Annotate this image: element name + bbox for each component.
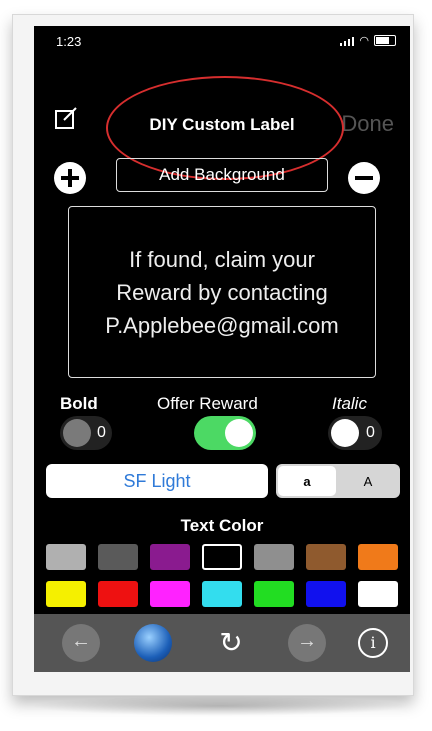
color-palette [40,544,404,612]
forward-arrow-icon[interactable] [288,624,326,662]
back-arrow-icon[interactable] [62,624,100,662]
color-swatch[interactable] [306,544,346,570]
color-swatch[interactable] [358,544,398,570]
toggle-knob [225,419,253,447]
color-swatch[interactable] [150,581,190,607]
color-swatch[interactable] [46,544,86,570]
plus-circle-icon[interactable] [54,162,86,194]
info-icon[interactable]: i [358,628,388,658]
label-line: P.Applebee@gmail.com [105,312,339,338]
battery-icon [374,35,396,46]
bold-knob[interactable] [63,419,91,447]
color-swatch[interactable] [46,581,86,607]
bold-count: 0 [97,424,106,441]
color-swatch[interactable] [98,581,138,607]
color-swatch[interactable] [358,581,398,607]
segment-large-a[interactable]: A [338,466,398,496]
label-line: Reward by contacting [116,279,328,305]
color-swatch[interactable] [254,544,294,570]
add-background-button[interactable]: Add Background [116,158,328,192]
color-swatch[interactable] [202,581,242,607]
wifi-icon: ◠ [359,35,369,47]
phone-screen: 1:23 ◠ DIY Custom Label Done Add Backgro… [34,26,410,672]
color-swatch[interactable] [202,544,242,570]
signal-icon [340,36,355,46]
color-swatch[interactable] [306,581,346,607]
offer-reward-toggle[interactable] [194,416,256,450]
minus-circle-icon[interactable] [348,162,380,194]
italic-stepper[interactable]: 0 [328,416,382,450]
text-color-title: Text Color [180,516,264,535]
bottom-toolbar: ↻ i [34,614,410,672]
label-line: If found, claim your [129,246,315,272]
done-button[interactable]: Done [341,111,394,137]
status-icons: ◠ [340,34,396,47]
color-swatch[interactable] [98,544,138,570]
frame-shadow [30,696,410,716]
italic-label: Italic [332,394,367,413]
label-preview[interactable]: If found, claim your Reward by contactin… [68,206,376,378]
color-swatch[interactable] [254,581,294,607]
font-size-segment: a A [276,464,400,498]
status-bar: 1:23 ◠ [34,26,410,54]
reload-icon[interactable]: ↻ [212,624,250,662]
offer-reward-label: Offer Reward [157,394,258,413]
bold-label: Bold [60,394,98,413]
color-swatch[interactable] [150,544,190,570]
status-time: 1:23 [56,34,82,49]
italic-count: 0 [366,424,375,441]
italic-knob[interactable] [331,419,359,447]
bold-stepper[interactable]: 0 [60,416,112,450]
globe-icon[interactable] [134,624,172,662]
font-select-button[interactable]: SF Light [46,464,268,498]
segment-small-a[interactable]: a [278,466,336,496]
nav-bar: DIY Custom Label Done [34,98,410,142]
